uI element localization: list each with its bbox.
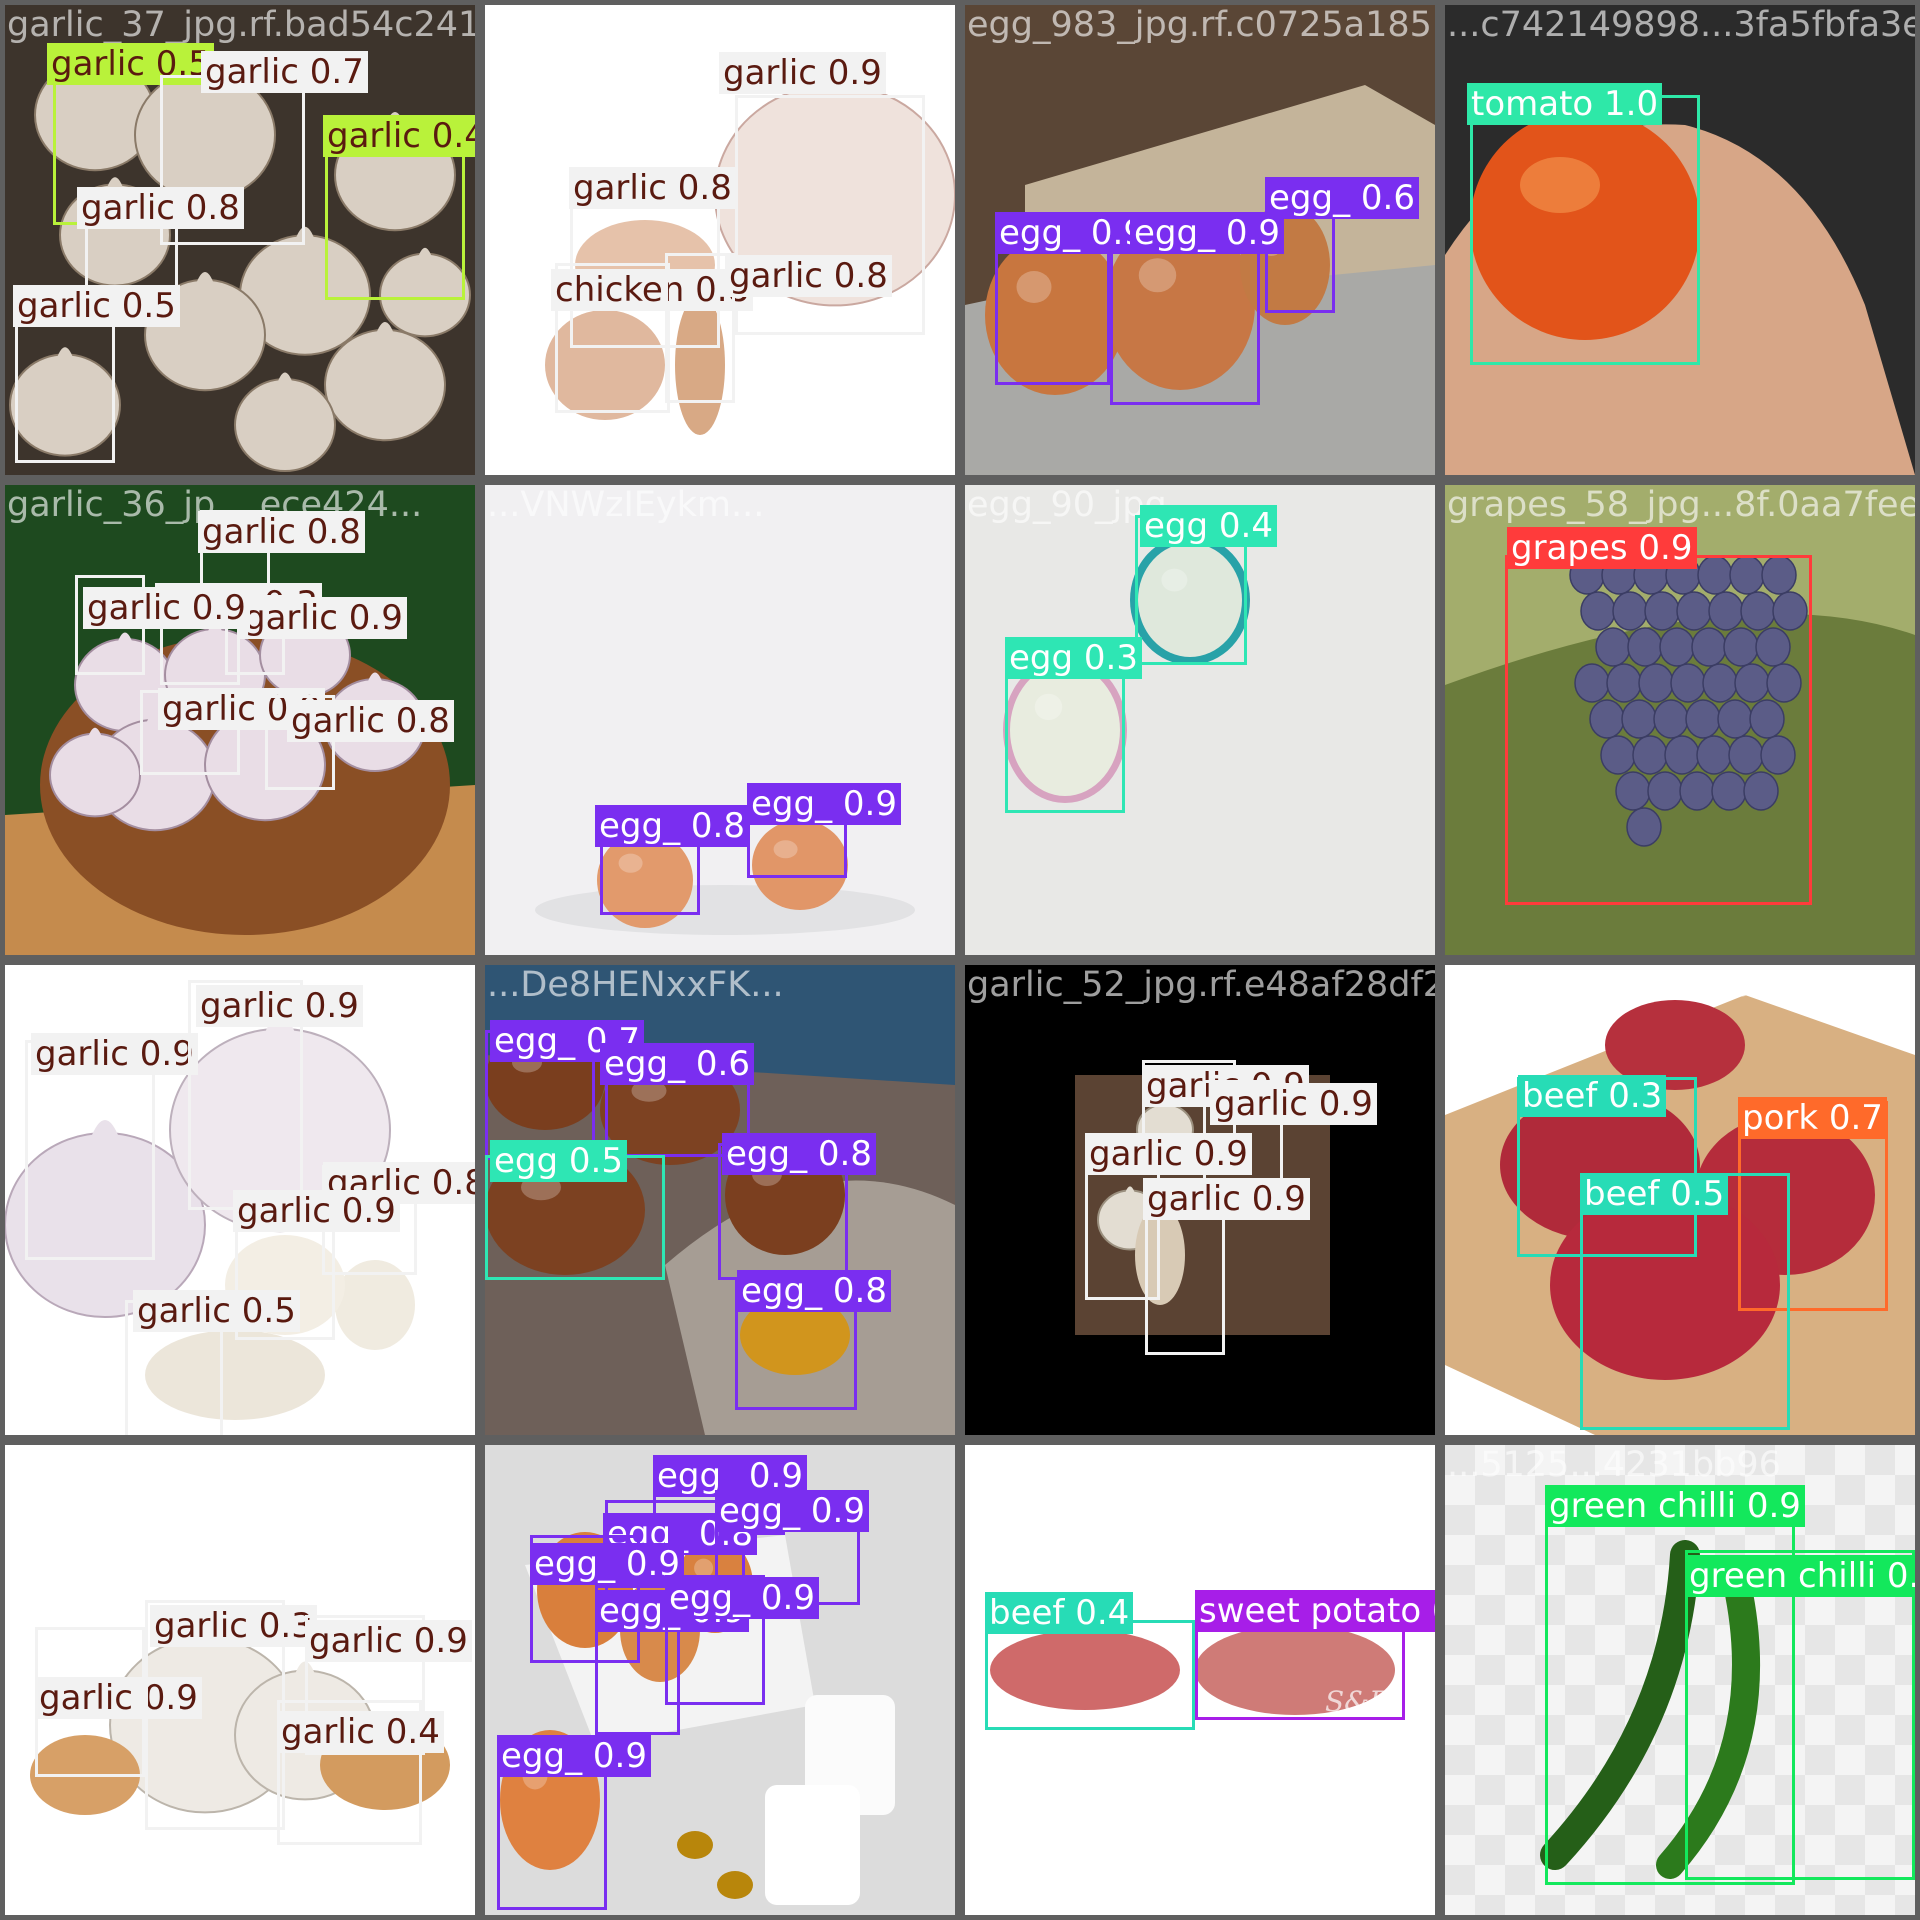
detection-label: egg_ 0.6 [600,1043,754,1085]
detection-tile: garlic_36_jp... ece424... garlic 0.8 garli… [5,485,475,955]
detection-label: garlic 0.3 [150,1605,317,1647]
detection-tile: egg_ 0.9egg_ 0.8egg_ 0.9egg_ 0.9egg_ 0.9… [485,1445,955,1915]
bounding-box [1110,245,1260,405]
detection-label: egg_ 0.9 [497,1735,651,1777]
detection-tile: ...De8HENxxFK... egg_ 0.7 egg_ 0.6 egg 0.5 e… [485,965,955,1435]
detection-label: beef 0.3 [1518,1075,1667,1117]
detection-label: egg_ 0.8 [595,805,749,847]
detection-label: grapes 0.9 [1507,527,1697,569]
detection-label: egg 0.4 [1140,505,1277,547]
detection-label: garlic 0.5 [133,1290,300,1332]
detection-label: egg_ 0.9 [747,783,901,825]
detection-tile: ...jpg.rf.97bb85dbc... S&R beef 0.4 sweet p… [965,1445,1435,1915]
image-filename: ...jpg.rf.edecd26d [1447,965,1755,1005]
detection-label: garlic 0.8 [287,700,454,742]
detection-tile: ...5125...4231bb96 green chilli 0.9 green … [1445,1445,1915,1915]
detection-label: egg_ 0.9 [530,1543,684,1585]
detection-label: garlic 0.8 [77,187,244,229]
detection-label: egg 0.3 [1005,637,1142,679]
detection-label: garlic 0.9 [1210,1083,1377,1125]
detection-tile: ...jpg.rf.edecd26d beef 0.3 pork 0.7 beef 0… [1445,965,1915,1435]
detection-label: garlic 0.4 [277,1711,444,1753]
detection-label: egg 0.5 [490,1140,627,1182]
detection-tile: garlic_29_jpg.rf.a87c6715ef...garlic 0.9… [5,1445,475,1915]
detection-tile: garlic_23_jpg.rf.1aceda8b5...garlic 0.9 g… [485,5,955,475]
detection-label: garlic 0.9 [83,587,250,629]
detection-label: tomato 1.0 [1467,83,1663,125]
detection-tile: garlic_2_jpg.rf.458b70e5...garlic 0.9gar… [5,965,475,1435]
detection-label: garlic 0.7 [201,51,368,93]
image-filename: garlic_29_jpg.rf.a87c6715ef... [7,1445,475,1485]
detection-label: garlic 0.9 [233,1190,400,1232]
detection-label: garlic 0.5 [13,285,180,327]
detection-label: garlic 0.9 [196,985,363,1027]
bounding-box [1470,95,1700,365]
bounding-box [985,1620,1195,1730]
detection-label: green chilli 0.9 [1685,1555,1915,1597]
detection-label: egg_ 0.8 [737,1270,891,1312]
detection-tile: egg_983_jpg.rf.c0725a185b8... egg_ 0.6egg… [965,5,1435,475]
image-filename: garlic_37_jpg.rf.bad54c2416f6741573bbe94… [7,5,475,45]
detection-tile: garlic_37_jpg.rf.bad54c2416f6741573bbe94… [5,5,475,475]
bounding-box [735,95,925,335]
image-filename: grapes_58_jpg...8f.0aa7feed8 [1447,485,1915,525]
detection-label: egg_ 0.9 [715,1490,869,1532]
detection-tile: garlic_52_jpg.rf.e48af28df27...garlic 0.… [965,965,1435,1435]
image-filename: ...De8HENxxFK... [487,965,784,1005]
detection-tile: ...c742149898...3fa5fbfa3ec7b tomato 1.0 [1445,5,1915,475]
detection-label: garlic 0.9 [31,1033,198,1075]
image-filename: ...VNWzIEykm... [487,485,765,525]
image-filename: egg_983_jpg.rf.c0725a185b8... [967,5,1435,45]
detection-label: garlic 0.9 [1085,1133,1252,1175]
detection-label: egg_ 0.9 [1130,212,1284,254]
image-filename: ...5125...4231bb96 [1447,1445,1781,1485]
detection-label: garlic 0.4 [323,115,475,157]
detection-tile: egg_90_jpg... egg 0.4 egg 0.3 [965,485,1435,955]
detection-label: egg_ 0.6 [1265,177,1419,219]
detection-label: garlic 0.9 [719,52,886,94]
detection-tile: grapes_58_jpg...8f.0aa7feed8 grapes 0.9 [1445,485,1915,955]
bounding-box [1685,1550,1915,1880]
detection-label: sweet potato 0.3 [1195,1590,1435,1632]
detection-label: pork 0.7 [1738,1097,1887,1139]
detection-label: garlic 0.9 [305,1620,472,1662]
image-filename: ...c742149898...3fa5fbfa3ec7b [1447,5,1915,45]
bounding-box [15,305,115,463]
detection-label: garlic 0.9 [1143,1178,1310,1220]
detection-label: beef 0.4 [985,1592,1134,1634]
detection-label: egg_ 0.8 [722,1133,876,1175]
image-filename: garlic_23_jpg.rf.1aceda8b5... [487,5,955,45]
detection-label: beef 0.5 [1580,1173,1729,1215]
detection-label: egg_ 0.9 [665,1577,819,1619]
detection-label: garlic 0.8 [198,511,365,553]
detection-tile: ...VNWzIEykm... egg_ 0.8 egg_ 0.9 [485,485,955,955]
bounding-box [1505,555,1812,905]
detection-label: green chilli 0.9 [1545,1485,1805,1527]
image-filename: ...jpg.rf.97bb85dbc... [967,1445,1332,1485]
detection-grid: garlic_37_jpg.rf.bad54c2416f6741573bbe94… [0,0,1920,1920]
detection-label: garlic 0.9 [240,597,407,639]
detection-label: garlic 0.8 [569,167,736,209]
image-filename: garlic_52_jpg.rf.e48af28df27... [967,965,1435,1005]
eggs-saucer-photo [485,485,955,955]
bounding-box [995,245,1110,385]
detection-label: garlic 0.8 [725,255,892,297]
